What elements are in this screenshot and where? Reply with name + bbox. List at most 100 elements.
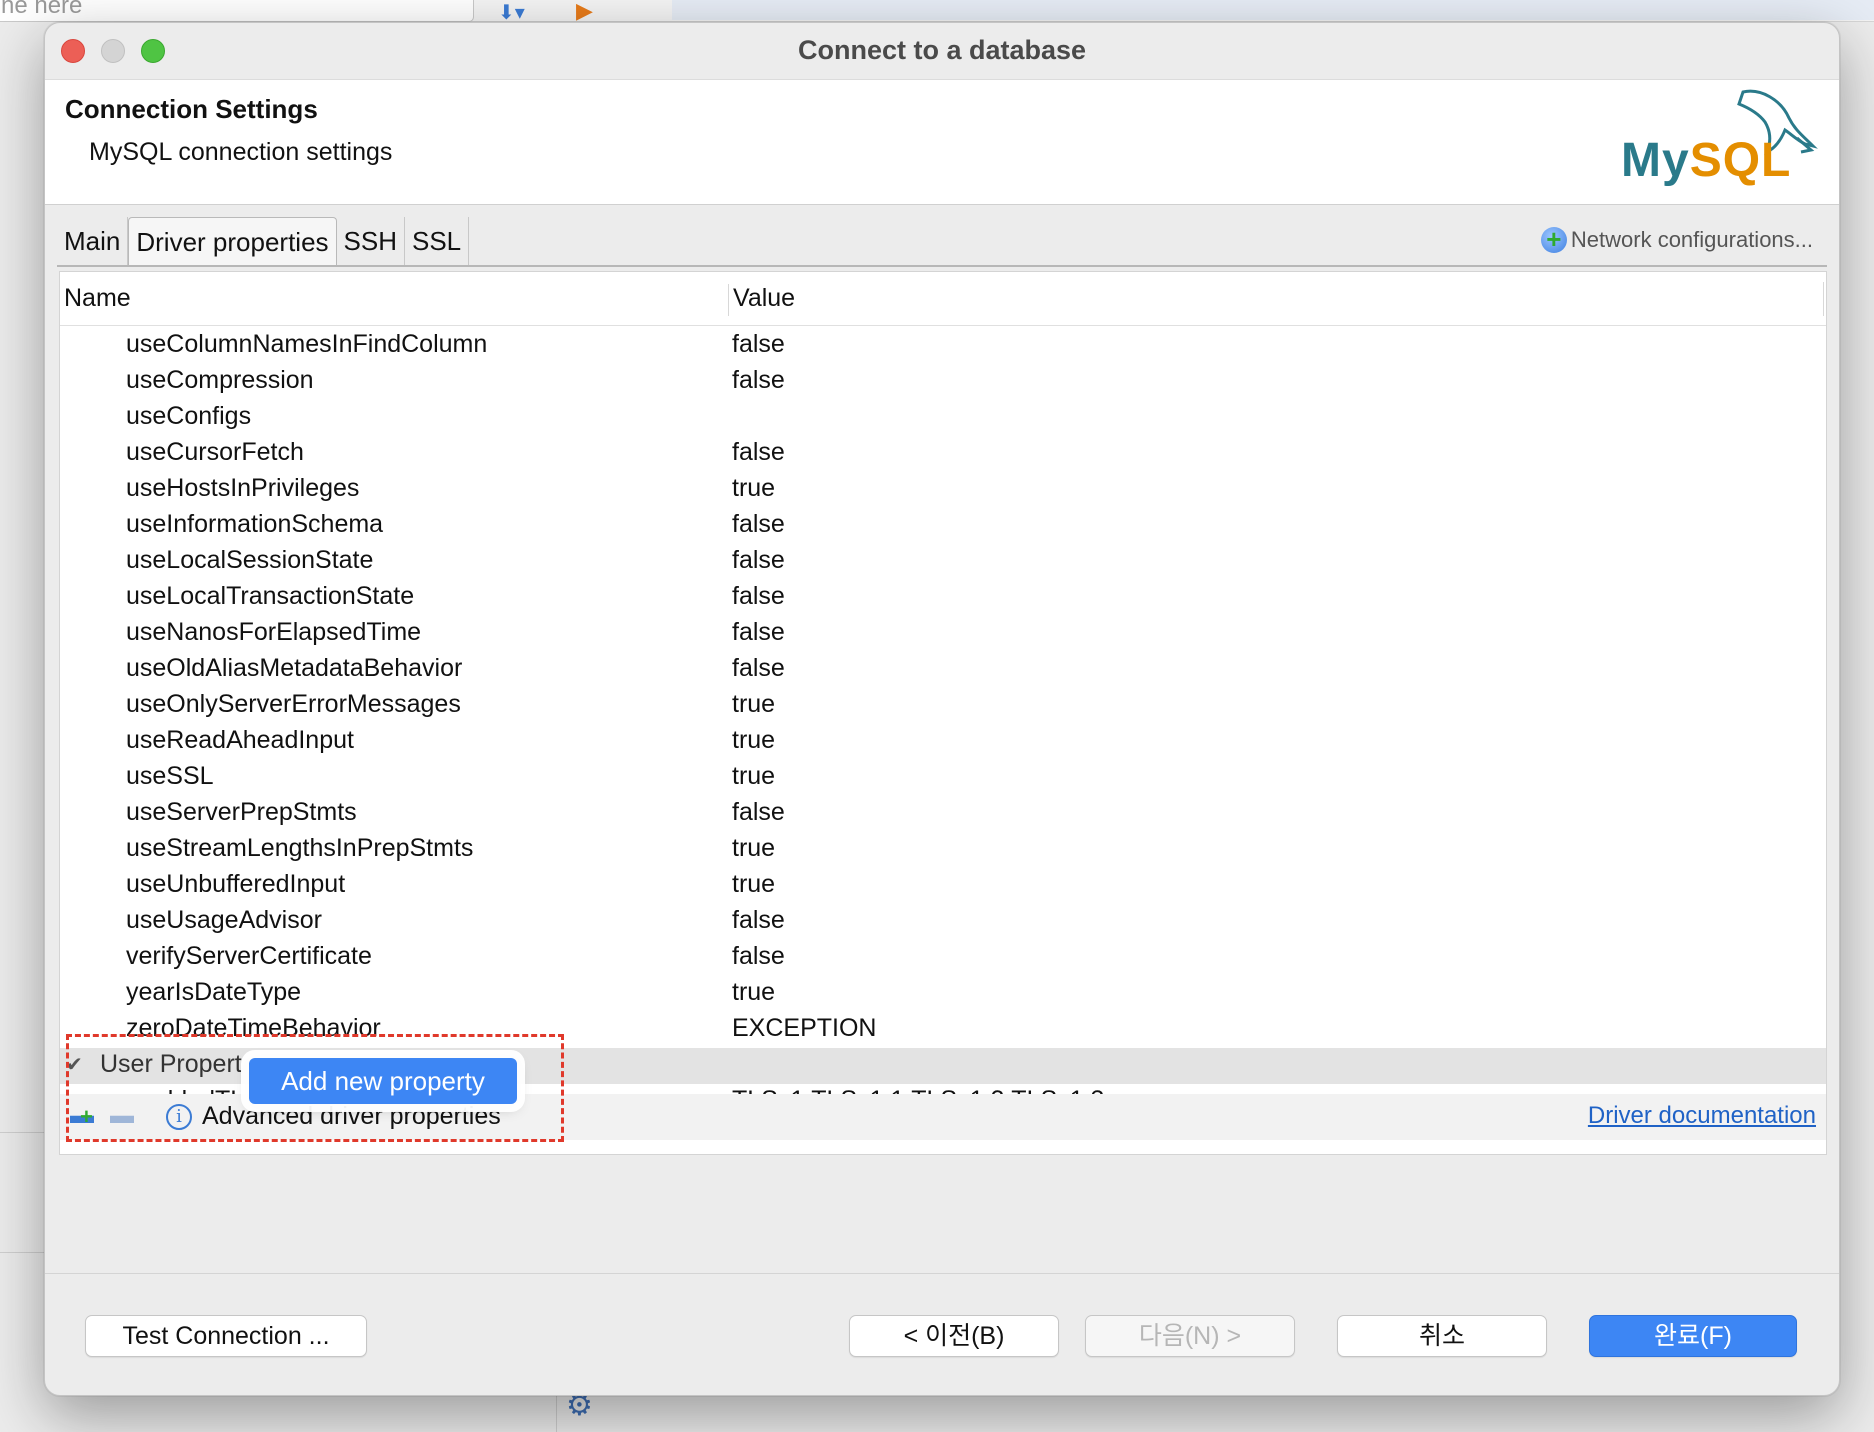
property-value[interactable]: false — [732, 906, 785, 935]
header-subtitle: MySQL connection settings — [89, 138, 393, 166]
property-name: useInformationSchema — [126, 510, 384, 538]
advanced-properties-label: Advanced driver properties — [202, 1102, 501, 1130]
property-name: useServerPrepStmts — [126, 798, 357, 826]
test-connection-button[interactable]: Test Connection ... — [85, 1315, 367, 1357]
footer-divider — [45, 1273, 1839, 1274]
property-value[interactable]: false — [732, 546, 785, 575]
network-configurations-label: Network configurations... — [1570, 227, 1813, 252]
table-row[interactable]: useStreamLengthsInPrepStmts true — [60, 832, 1826, 868]
property-name: useConfigs — [126, 402, 252, 430]
column-header-value[interactable]: Value — [728, 284, 795, 316]
background-divider — [556, 1396, 557, 1432]
background-divider — [0, 1132, 44, 1133]
property-value[interactable]: true — [732, 690, 775, 719]
table-row[interactable]: useInformationSchema false — [60, 508, 1826, 544]
expand-arrow-icon[interactable]: ✔ — [66, 1052, 83, 1077]
property-value[interactable]: true — [732, 726, 775, 755]
info-icon: i — [166, 1104, 192, 1130]
background-search-field[interactable]: ne here — [0, 0, 474, 22]
add-property-icon[interactable]: ▬ + — [70, 1102, 94, 1130]
property-name: zeroDateTimeBehavior — [126, 1014, 381, 1042]
property-name: useHostsInPrivileges — [126, 474, 360, 502]
property-name: useReadAheadInput — [126, 726, 354, 754]
tab-main[interactable]: Main — [57, 217, 129, 265]
property-value[interactable]: true — [732, 978, 775, 1007]
add-icon: + — [1540, 226, 1567, 253]
property-name: useCompression — [126, 366, 314, 394]
property-value[interactable]: true — [732, 762, 775, 791]
table-row[interactable]: useServerPrepStmts false — [60, 796, 1826, 832]
property-name: useUsageAdvisor — [126, 906, 322, 934]
property-value[interactable]: true — [732, 870, 775, 899]
table-row[interactable]: useUnbufferedInput true — [60, 868, 1826, 904]
property-name: useNanosForElapsedTime — [126, 618, 422, 646]
header-title: Connection Settings — [65, 94, 318, 124]
table-row[interactable]: useColumnNamesInFindColumn false — [60, 328, 1826, 364]
table-row[interactable]: useReadAheadInput true — [60, 724, 1826, 760]
table-row[interactable]: useUsageAdvisor false — [60, 904, 1826, 940]
driver-properties-table: Name Value useColumnNamesInFindColumn fal… — [59, 271, 1827, 1155]
table-row[interactable]: useCompression false — [60, 364, 1826, 400]
mysql-logo-text: MySQL — [1621, 134, 1792, 187]
table-header: Name Value — [60, 272, 1826, 326]
back-button[interactable]: < 이전(B) — [849, 1315, 1059, 1357]
finish-button[interactable]: 완료(F) — [1589, 1315, 1797, 1357]
property-value[interactable]: true — [732, 834, 775, 863]
table-row[interactable]: zeroDateTimeBehavior EXCEPTION — [60, 1012, 1826, 1048]
cancel-button[interactable]: 취소 — [1337, 1315, 1547, 1357]
table-row[interactable]: useOnlyServerErrorMessages true — [60, 688, 1826, 724]
tab-driver-properties[interactable]: Driver properties — [128, 217, 337, 265]
property-value[interactable]: false — [732, 330, 785, 359]
property-value[interactable]: true — [732, 474, 775, 503]
property-value[interactable]: false — [732, 942, 785, 971]
property-value[interactable]: false — [732, 582, 785, 611]
column-divider — [1823, 282, 1824, 316]
background-run-icon[interactable]: ▶ — [576, 0, 593, 24]
tab-underline — [57, 265, 1827, 267]
column-header-name[interactable]: Name — [64, 284, 131, 313]
property-name: verifyServerCertificate — [126, 942, 372, 970]
dialog-title: Connect to a database — [797, 35, 1087, 65]
property-name: useOnlyServerErrorMessages — [126, 690, 461, 718]
tab-ssl[interactable]: SSL — [405, 217, 470, 265]
property-value[interactable]: false — [732, 618, 785, 647]
dialog-header: Connection Settings MySQL connection set… — [45, 79, 1839, 205]
property-name: useCursorFetch — [126, 438, 304, 466]
table-row[interactable]: useNanosForElapsedTime false — [60, 616, 1826, 652]
tab-ssh[interactable]: SSH — [337, 217, 405, 265]
background-editor-strip — [672, 0, 1874, 20]
group-label: User Propert — [100, 1050, 242, 1078]
table-body: useColumnNamesInFindColumn false useCompre… — [60, 328, 1826, 1120]
table-row[interactable]: useLocalTransactionState false — [60, 580, 1826, 616]
driver-documentation-link[interactable]: Driver documentation — [1588, 1102, 1816, 1130]
property-name: useOldAliasMetadataBehavior — [126, 654, 463, 682]
table-row[interactable]: useConfigs — [60, 400, 1826, 436]
property-value[interactable]: EXCEPTION — [732, 1014, 876, 1043]
remove-property-icon[interactable]: ▬ — [110, 1102, 134, 1130]
property-name: yearIsDateType — [126, 978, 302, 1006]
table-row[interactable]: useSSL true — [60, 760, 1826, 796]
table-row[interactable]: verifyServerCertificate false — [60, 940, 1826, 976]
title-bar[interactable]: Connect to a database — [45, 23, 1839, 79]
property-value[interactable]: false — [732, 798, 785, 827]
table-row[interactable]: useLocalSessionState false — [60, 544, 1826, 580]
table-row[interactable]: yearIsDateType true — [60, 976, 1826, 1012]
property-name: useLocalTransactionState — [126, 582, 415, 610]
connect-dialog: Connect to a database Connection Setting… — [44, 22, 1840, 1396]
table-row[interactable]: useOldAliasMetadataBehavior false — [60, 652, 1826, 688]
property-name: useSSL — [126, 762, 214, 790]
property-name: useStreamLengthsInPrepStmts — [126, 834, 474, 862]
network-configurations-button[interactable]: + Network configurations... — [1540, 226, 1813, 253]
add-new-property-tooltip: Add new property — [249, 1058, 517, 1104]
property-value[interactable]: false — [732, 438, 785, 467]
property-name: useUnbufferedInput — [126, 870, 346, 898]
table-row[interactable]: useCursorFetch false — [60, 436, 1826, 472]
table-row[interactable]: useHostsInPrivileges true — [60, 472, 1826, 508]
next-button[interactable]: 다음(N) > — [1085, 1315, 1295, 1357]
property-name: useLocalSessionState — [126, 546, 374, 574]
property-value[interactable]: false — [732, 654, 785, 683]
property-value[interactable]: false — [732, 510, 785, 539]
background-divider — [0, 1252, 44, 1253]
property-value[interactable]: false — [732, 366, 785, 395]
mysql-logo: MySQL — [1621, 86, 1821, 198]
